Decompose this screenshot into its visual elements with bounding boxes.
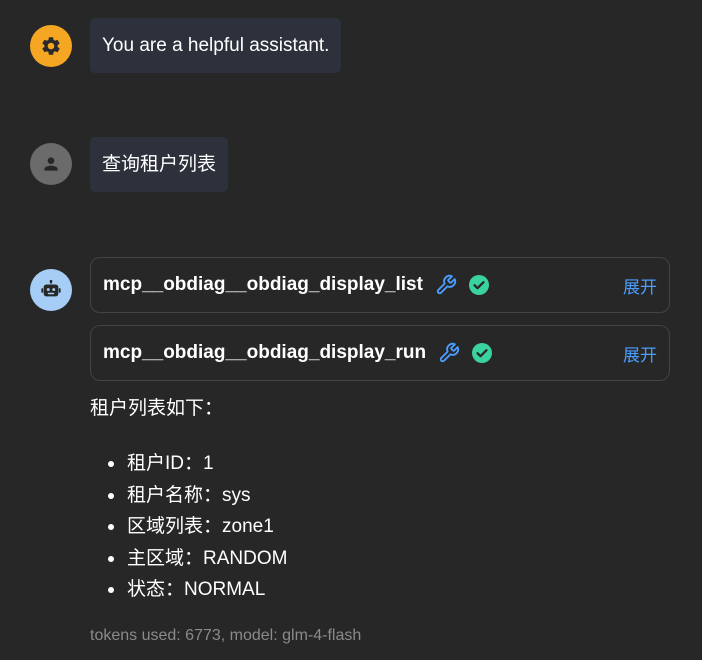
user-avatar (30, 143, 72, 185)
person-icon (41, 154, 61, 174)
system-message-bubble: You are a helpful assistant. (90, 18, 342, 73)
token-usage-footer: tokens used: 6773, model: glm-4-flash (90, 627, 362, 644)
user-message-text: 查询租户列表 (102, 154, 217, 175)
list-item: 状态：NORMAL (107, 574, 287, 606)
system-avatar (30, 25, 72, 67)
tool-call-name: mcp__obdiag__obdiag_display_run (103, 342, 427, 363)
assistant-reply-list: 租户ID：1 租户名称：sys 区域列表：zone1 主区域：RANDOM 状态… (90, 448, 287, 606)
assistant-avatar (30, 269, 72, 311)
gear-icon (40, 35, 62, 57)
tool-call-card-display-run[interactable]: mcp__obdiag__obdiag_display_run 展开 (90, 325, 670, 381)
system-message-text: You are a helpful assistant. (102, 35, 330, 56)
check-circle-icon (468, 275, 489, 295)
wrench-icon (438, 342, 460, 364)
user-message-bubble: 查询租户列表 (90, 137, 229, 192)
list-item: 区域列表：zone1 (107, 511, 287, 543)
tool-call-card-display-list[interactable]: mcp__obdiag__obdiag_display_list 展开 (90, 257, 670, 313)
chat-page: You are a helpful assistant. 查询租户列表 mcp_… (0, 0, 702, 660)
list-item: 主区域：RANDOM (107, 543, 287, 575)
list-item: 租户名称：sys (107, 480, 287, 512)
wrench-icon (435, 274, 457, 296)
list-item: 租户ID：1 (107, 448, 287, 480)
expand-button[interactable]: 展开 (623, 341, 657, 366)
robot-icon (40, 279, 62, 301)
assistant-reply-intro: 租户列表如下： (90, 398, 224, 419)
expand-button[interactable]: 展开 (623, 273, 657, 298)
tool-call-name: mcp__obdiag__obdiag_display_list (103, 274, 423, 295)
check-circle-icon (472, 343, 493, 363)
